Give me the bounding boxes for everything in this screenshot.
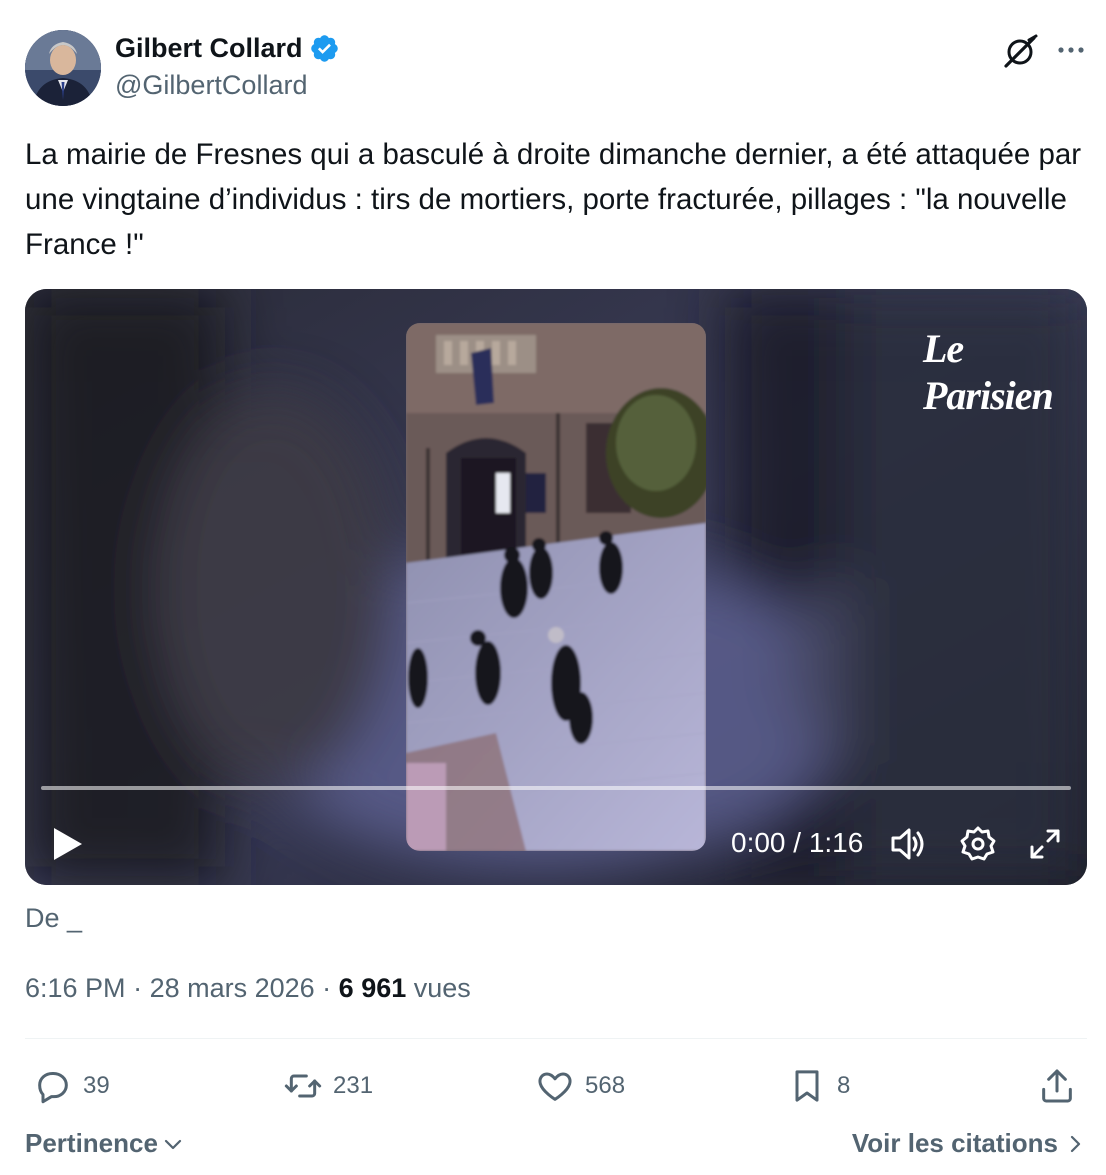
video-time: 0:00 / 1:16	[731, 827, 864, 858]
views-label: vues	[413, 973, 471, 1003]
author-handle[interactable]: @GilbertCollard	[115, 70, 340, 101]
video-source-label[interactable]: De _	[25, 903, 82, 934]
chevron-down-icon	[164, 1139, 182, 1149]
reply-button[interactable]: 39	[33, 1062, 110, 1110]
volume-icon[interactable]	[889, 824, 929, 864]
author-display-name[interactable]: Gilbert Collard	[115, 33, 303, 64]
video-frame	[406, 323, 706, 851]
sort-label: Pertinence	[25, 1128, 158, 1158]
sort-dropdown[interactable]: Pertinence	[25, 1128, 184, 1159]
view-quotes-link[interactable]: Voir les citations	[852, 1128, 1084, 1159]
tweet-date[interactable]: 28 mars 2026	[150, 973, 315, 1003]
meta-separator: ·	[125, 973, 150, 1003]
settings-icon[interactable]	[959, 825, 997, 863]
action-bar: 39 231 568 8	[25, 1062, 1087, 1110]
chevron-right-icon	[1070, 1135, 1081, 1152]
play-icon[interactable]	[51, 825, 85, 863]
reply-icon	[38, 1072, 68, 1104]
video-player[interactable]: Le Parisien 0:00 / 1:16	[25, 289, 1087, 885]
like-button[interactable]: 568	[535, 1062, 625, 1110]
tweet-meta: 6:16 PM · 28 mars 2026 · 6 961 vues	[25, 973, 471, 1004]
tweet-text: La mairie de Fresnes qui a basculé à dro…	[25, 138, 1082, 261]
fullscreen-icon[interactable]	[1027, 826, 1063, 862]
tweet-header: Gilbert Collard @GilbertCollard	[25, 30, 1085, 106]
quotes-label: Voir les citations	[851, 1128, 1058, 1158]
verified-badge-icon	[310, 34, 338, 62]
repost-count: 231	[333, 1072, 374, 1099]
repost-icon	[284, 1074, 322, 1098]
tweet-time[interactable]: 6:16 PM	[25, 973, 126, 1003]
heart-icon	[538, 1072, 572, 1101]
le-parisien-watermark: Le Parisien	[923, 326, 1054, 418]
grok-icon[interactable]	[1000, 32, 1040, 72]
video-progress-bar[interactable]	[41, 786, 1071, 790]
share-button[interactable]	[1037, 1062, 1077, 1110]
more-options-icon[interactable]	[1056, 40, 1086, 60]
bookmark-icon	[795, 1070, 819, 1102]
reply-count: 39	[83, 1072, 110, 1099]
share-icon	[1042, 1069, 1072, 1103]
bookmark-count: 8	[837, 1072, 851, 1099]
divider	[25, 1038, 1087, 1039]
views-count: 6 961	[338, 973, 407, 1003]
avatar[interactable]	[25, 30, 101, 106]
repost-button[interactable]: 231	[283, 1062, 373, 1110]
bookmark-button[interactable]: 8	[787, 1062, 850, 1110]
like-count: 568	[585, 1072, 626, 1099]
meta-separator: ·	[314, 973, 339, 1003]
